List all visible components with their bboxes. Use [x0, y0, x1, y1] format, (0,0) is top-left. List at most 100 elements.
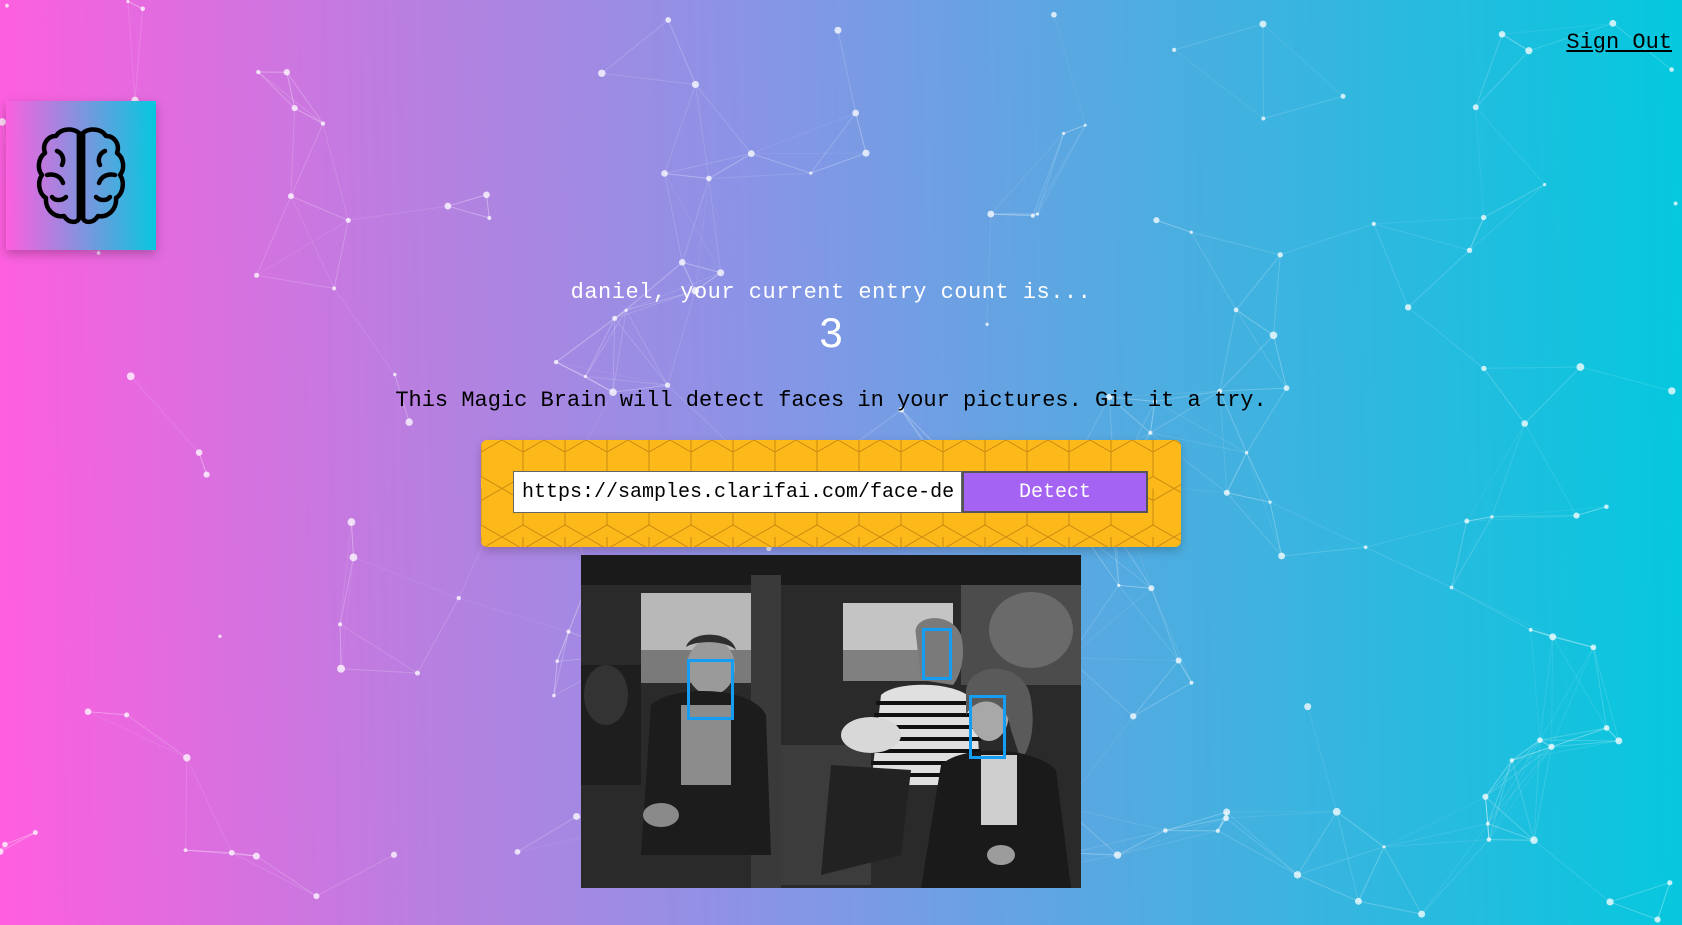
particle-node: [1051, 11, 1057, 18]
particle-node: [140, 6, 146, 12]
particle-node: [1498, 30, 1506, 38]
particle-node: [1480, 214, 1487, 221]
particle-node: [661, 170, 668, 177]
image-url-input[interactable]: [513, 471, 962, 513]
particle-node: [583, 374, 587, 379]
particle-node: [487, 216, 492, 221]
particle-node: [390, 851, 398, 858]
particle-node: [456, 595, 461, 601]
particle-node: [252, 852, 260, 860]
particle-node: [1673, 201, 1678, 206]
particle-node: [1549, 633, 1557, 641]
particle-node: [678, 259, 686, 266]
particle-node: [96, 251, 101, 255]
particle-node: [834, 26, 842, 34]
particle-node: [1543, 182, 1547, 187]
particle-node: [1304, 703, 1312, 711]
face-bounding-box: [969, 695, 1006, 759]
particle-node: [126, 372, 135, 381]
particle-node: [1189, 680, 1194, 685]
particle-node: [1482, 793, 1489, 800]
particle-node: [1525, 47, 1533, 55]
particle-node: [1175, 657, 1182, 664]
particle-node: [84, 708, 92, 716]
particle-node: [287, 193, 294, 200]
particle-node: [1576, 363, 1585, 371]
particle-node: [1486, 837, 1492, 842]
particle-node: [1113, 851, 1122, 859]
particle-node: [573, 812, 581, 820]
particle-node: [1371, 221, 1376, 226]
particle-node: [1153, 217, 1160, 224]
particle-node: [1223, 489, 1230, 496]
particle-node: [1521, 420, 1529, 427]
particle-node: [124, 712, 130, 718]
particle-node: [338, 622, 343, 627]
particle-node: [347, 518, 356, 526]
particle-node: [1667, 880, 1673, 886]
particle-node: [1530, 836, 1538, 845]
particle-node: [203, 471, 210, 478]
particle-node: [337, 664, 346, 673]
intro-text: This Magic Brain will detect faces in yo…: [395, 388, 1267, 413]
particle-node: [852, 109, 860, 117]
particle-node: [1293, 871, 1302, 879]
van-photo: [581, 555, 1081, 888]
particle-node: [2, 841, 8, 848]
particle-node: [717, 269, 725, 277]
particle-node: [1573, 512, 1580, 519]
particle-node: [1277, 252, 1283, 258]
particle-node: [1340, 93, 1346, 99]
particle-node: [1244, 450, 1249, 455]
particle-node: [1615, 737, 1623, 745]
particle-node: [349, 553, 358, 562]
particle-node: [1603, 725, 1610, 731]
particle-node: [1481, 365, 1487, 372]
particle-node: [1062, 131, 1066, 136]
detect-button[interactable]: Detect: [962, 471, 1148, 513]
particle-node: [1223, 808, 1231, 816]
particle-node: [1163, 828, 1168, 833]
particle-node: [987, 210, 995, 218]
particle-node: [1259, 20, 1267, 28]
particle-node: [1606, 898, 1614, 906]
particle-node: [1261, 116, 1266, 121]
entry-count-value: 3: [819, 309, 843, 356]
particle-node: [1654, 916, 1661, 923]
particle-node: [195, 449, 203, 456]
particle-node: [254, 272, 260, 278]
particle-node: [1537, 737, 1543, 743]
sign-out-link[interactable]: Sign Out: [1566, 30, 1672, 55]
particle-node: [691, 80, 700, 89]
particle-node: [514, 848, 521, 855]
particle-node: [1669, 67, 1674, 72]
particle-node: [0, 848, 4, 856]
particle-node: [313, 893, 320, 900]
particle-node: [32, 830, 38, 836]
particle-node: [1083, 123, 1087, 127]
particle-node: [5, 3, 9, 8]
particle-node: [809, 171, 813, 175]
particle-node: [218, 634, 222, 638]
particle-node: [1472, 104, 1479, 111]
particle-node: [345, 217, 351, 223]
image-link-form: Detect: [481, 440, 1181, 547]
particle-node: [1278, 552, 1286, 560]
particle-node: [1148, 585, 1155, 592]
face-bounding-box: [922, 628, 952, 680]
particle-node: [555, 659, 560, 664]
particle-node: [320, 121, 326, 126]
particle-node: [1035, 212, 1040, 216]
particle-node: [1485, 821, 1490, 826]
face-bounding-box: [687, 659, 734, 720]
particle-node: [256, 69, 261, 75]
particle-node: [1148, 430, 1153, 435]
particle-node: [1668, 387, 1676, 395]
particle-node: [747, 150, 755, 158]
particle-node: [1189, 230, 1193, 234]
particle-node: [291, 104, 298, 112]
logo-tile[interactable]: [6, 101, 156, 250]
particle-node: [566, 629, 571, 634]
particle-node: [1548, 743, 1555, 750]
particle-node: [183, 848, 188, 853]
